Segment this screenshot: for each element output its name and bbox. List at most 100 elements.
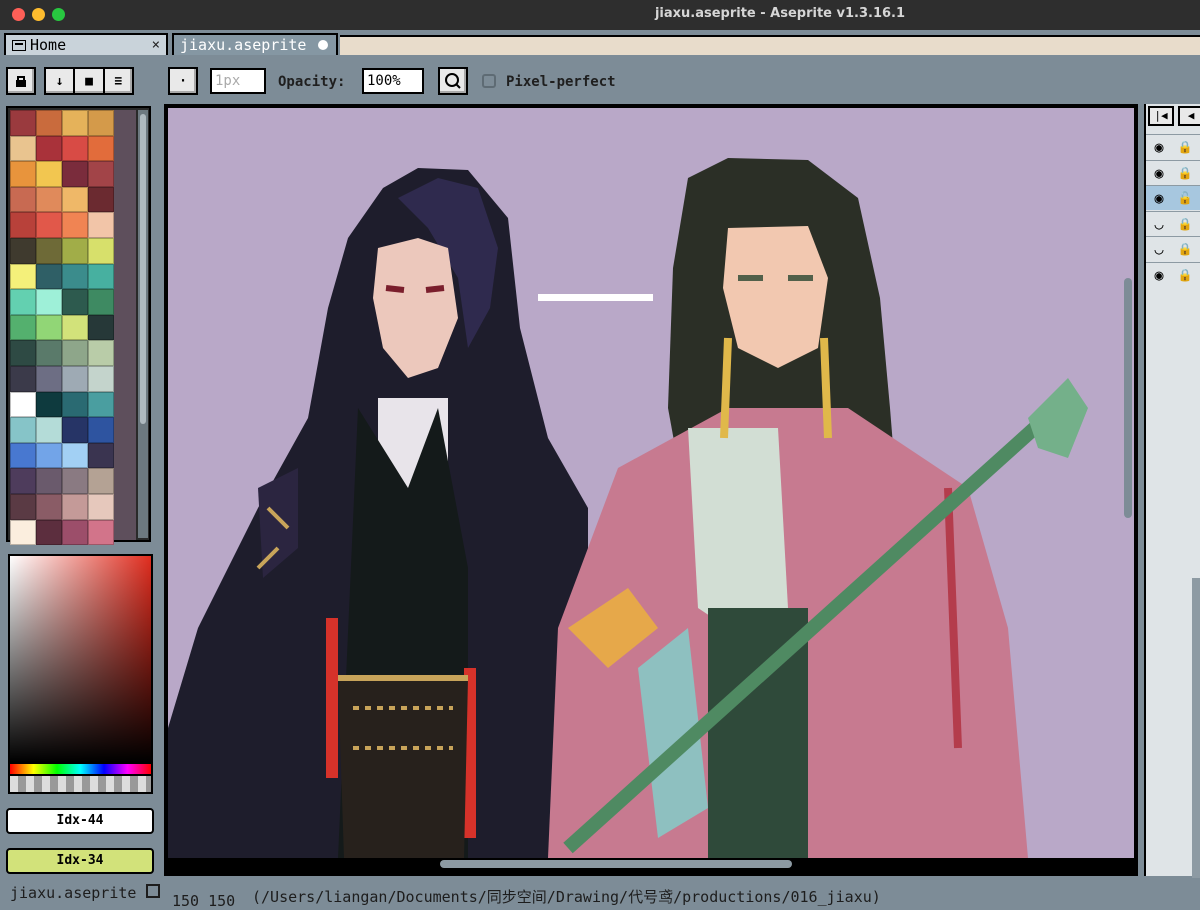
hue-slider[interactable] <box>8 762 153 776</box>
palette-scroll-thumb[interactable] <box>140 114 146 424</box>
palette-swatch[interactable] <box>36 519 62 546</box>
lock-icon[interactable]: 🔒 <box>1172 161 1198 185</box>
palette-swatch[interactable] <box>62 493 88 520</box>
palette-swatch[interactable] <box>10 519 36 546</box>
alpha-slider[interactable] <box>8 776 153 794</box>
palette-swatch[interactable] <box>36 161 62 187</box>
lock-icon[interactable]: 🔒 <box>1172 212 1198 236</box>
palette-swatch[interactable] <box>88 314 114 341</box>
palette-swatch[interactable] <box>88 519 114 546</box>
timeline-scrollbar[interactable] <box>1192 578 1200 878</box>
eye-closed-icon[interactable]: ◡ <box>1146 212 1172 236</box>
palette-swatch[interactable] <box>10 263 36 290</box>
palette-swatch[interactable] <box>10 186 36 213</box>
brush-type-button[interactable]: · <box>168 67 198 95</box>
tab-home-close-icon[interactable]: × <box>152 35 160 55</box>
palette-swatch[interactable] <box>10 110 36 136</box>
layer-row[interactable]: ◉ 🔒 <box>1146 134 1200 159</box>
palette-swatch[interactable] <box>62 135 88 162</box>
palette-swatch[interactable] <box>62 289 88 315</box>
eye-open-icon[interactable]: ◉ <box>1146 161 1172 185</box>
palette-swatch[interactable] <box>62 519 88 546</box>
palette-swatch[interactable] <box>10 314 36 341</box>
palette-swatch[interactable] <box>88 263 114 290</box>
layer-row[interactable]: ◉ 🔒 <box>1146 159 1200 185</box>
save-icon[interactable]: ■ <box>75 69 105 93</box>
palette-swatch[interactable] <box>36 391 62 418</box>
palette-swatch[interactable] <box>62 212 88 238</box>
lock-icon[interactable]: 🔒 <box>1172 263 1198 287</box>
palette-swatch[interactable] <box>36 314 62 341</box>
tab-jiaxu-aseprite[interactable]: jiaxu.aseprite <box>172 33 338 55</box>
menu-icon[interactable]: ≡ <box>105 69 132 93</box>
previous-frame-icon[interactable]: ◀ <box>1178 106 1200 126</box>
palette-swatch[interactable] <box>88 237 114 264</box>
lock-icon[interactable]: 🔒 <box>1172 237 1198 261</box>
palette-swatch[interactable] <box>88 110 114 136</box>
lock-alpha-button[interactable] <box>6 67 36 95</box>
palette-swatch[interactable] <box>10 135 36 162</box>
palette-swatch[interactable] <box>36 237 62 264</box>
layer-row[interactable]: ◡ 🔒 <box>1146 210 1200 236</box>
palette-swatch[interactable] <box>88 493 114 520</box>
palette-swatch[interactable] <box>62 417 88 443</box>
sprite-canvas[interactable] <box>168 108 1120 858</box>
palette-swatch[interactable] <box>62 263 88 290</box>
layer-row[interactable]: ◡ 🔒 <box>1146 236 1200 261</box>
layer-row[interactable]: ◉ 🔒 <box>1146 261 1200 287</box>
lock-icon[interactable]: 🔒 <box>1172 135 1198 159</box>
palette-swatch[interactable] <box>88 365 114 392</box>
palette-swatch[interactable] <box>36 417 62 443</box>
palette-swatch[interactable] <box>10 442 36 469</box>
palette-swatch[interactable] <box>10 417 36 443</box>
canvas-horizontal-thumb[interactable] <box>440 860 792 868</box>
tab-home[interactable]: Home × <box>4 33 168 55</box>
palette-swatch[interactable] <box>88 289 114 315</box>
palette-swatch[interactable] <box>36 468 62 494</box>
palette-swatch[interactable] <box>62 391 88 418</box>
palette-swatch[interactable] <box>62 314 88 341</box>
palette-swatch[interactable] <box>36 289 62 315</box>
eye-open-icon[interactable]: ◉ <box>1146 135 1172 159</box>
palette-swatch[interactable] <box>88 468 114 494</box>
eye-open-icon[interactable]: ◉ <box>1146 186 1172 210</box>
palette-swatch[interactable] <box>62 186 88 213</box>
palette-swatch[interactable] <box>10 391 36 418</box>
palette-swatch[interactable] <box>10 161 36 187</box>
palette-swatch[interactable] <box>36 135 62 162</box>
palette-swatch[interactable] <box>62 442 88 469</box>
palette-swatch[interactable] <box>88 340 114 366</box>
foreground-color-button[interactable]: Idx-44 <box>6 808 154 834</box>
layer-row[interactable]: ◉ 🔓 <box>1146 185 1200 210</box>
palette-swatch[interactable] <box>62 468 88 494</box>
palette-swatch[interactable] <box>10 237 36 264</box>
palette-swatch[interactable] <box>88 135 114 162</box>
palette-swatch[interactable] <box>36 263 62 290</box>
palette-swatch[interactable] <box>36 212 62 238</box>
eye-closed-icon[interactable]: ◡ <box>1146 237 1172 261</box>
first-frame-icon[interactable]: |◀ <box>1148 106 1174 126</box>
palette-swatch[interactable] <box>88 212 114 238</box>
palette-swatch[interactable] <box>36 110 62 136</box>
palette-swatch[interactable] <box>62 237 88 264</box>
palette-swatch[interactable] <box>88 161 114 187</box>
palette-swatch[interactable] <box>36 493 62 520</box>
canvas-vertical-thumb[interactable] <box>1124 278 1132 518</box>
brush-size-input[interactable]: 1px <box>210 68 266 94</box>
arrow-down-icon[interactable]: ↓ <box>46 69 76 93</box>
palette-swatch[interactable] <box>88 442 114 469</box>
background-color-button[interactable]: Idx-34 <box>6 848 154 874</box>
palette-swatch[interactable] <box>62 340 88 366</box>
palette-swatch[interactable] <box>10 365 36 392</box>
palette-swatch[interactable] <box>62 161 88 187</box>
palette-swatch[interactable] <box>88 417 114 443</box>
palette-swatch[interactable] <box>10 212 36 238</box>
palette-swatch[interactable] <box>10 493 36 520</box>
palette-swatch[interactable] <box>36 340 62 366</box>
palette-swatch[interactable] <box>62 365 88 392</box>
palette-swatch[interactable] <box>88 186 114 213</box>
palette-swatch[interactable] <box>10 468 36 494</box>
palette-swatch[interactable] <box>62 110 88 136</box>
palette-swatch[interactable] <box>36 186 62 213</box>
new-frame-icon[interactable] <box>146 884 160 898</box>
